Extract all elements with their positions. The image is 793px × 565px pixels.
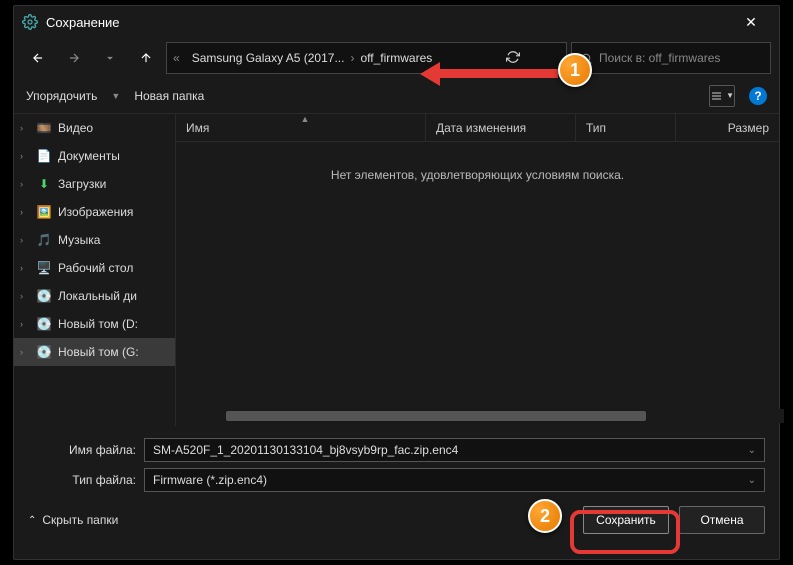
sidebar-item[interactable]: › 🎞️ Видео: [14, 114, 175, 142]
sidebar-item[interactable]: › 💽 Новый том (G:: [14, 338, 175, 366]
view-button[interactable]: ▼: [709, 85, 735, 107]
breadcrumb-chevrons: «: [173, 51, 180, 65]
chevron-down-icon[interactable]: ⌄: [748, 475, 756, 486]
col-name[interactable]: Имя▲: [176, 114, 426, 141]
filetype-label: Тип файла:: [28, 473, 136, 487]
sidebar-item-label: Изображения: [58, 205, 133, 219]
help-button[interactable]: ?: [749, 87, 767, 105]
recent-dropdown[interactable]: [94, 42, 126, 74]
forward-button[interactable]: [58, 42, 90, 74]
search-input[interactable]: Поиск в: off_firmwares: [571, 42, 771, 74]
new-folder-button[interactable]: Новая папка: [134, 89, 204, 103]
folder-icon: 🎞️: [36, 120, 52, 136]
sidebar-item[interactable]: › 🎵 Музыка: [14, 226, 175, 254]
chevron-right-icon: ›: [20, 263, 30, 273]
sidebar-item-label: Видео: [58, 121, 93, 135]
sidebar-item-label: Локальный ди: [58, 289, 137, 303]
folder-icon: 🎵: [36, 232, 52, 248]
footer: Имя файла: SM-A520F_1_20201130133104_bj8…: [14, 426, 779, 548]
filename-label: Имя файла:: [28, 443, 136, 457]
sort-indicator: ▲: [301, 114, 310, 124]
dialog-body: › 🎞️ Видео › 📄 Документы › ⬇ Загрузки › 🖼️ Изображе…: [14, 114, 779, 426]
folder-icon: 💽: [36, 316, 52, 332]
navbar: « Samsung Galaxy A5 (2017... › off_firmw…: [14, 38, 779, 78]
filename-input[interactable]: SM-A520F_1_20201130133104_bj8vsyb9rp_fac…: [144, 438, 765, 462]
up-button[interactable]: [130, 42, 162, 74]
folder-icon: 📄: [36, 148, 52, 164]
search-placeholder: Поиск в: off_firmwares: [599, 51, 720, 65]
sidebar-item-label: Документы: [58, 149, 120, 163]
col-type[interactable]: Тип: [576, 114, 676, 141]
sidebar-item[interactable]: › 🖼️ Изображения: [14, 198, 175, 226]
folder-icon: 💽: [36, 344, 52, 360]
chevron-right-icon: ›: [20, 179, 30, 189]
chevron-right-icon: ›: [20, 291, 30, 301]
sidebar: › 🎞️ Видео › 📄 Документы › ⬇ Загрузки › 🖼️ Изображе…: [14, 114, 176, 426]
annotation-badge-2: 2: [528, 499, 562, 533]
folder-icon: ⬇: [36, 176, 52, 192]
sidebar-item[interactable]: › ⬇ Загрузки: [14, 170, 175, 198]
organize-caret[interactable]: ▼: [111, 91, 120, 101]
hide-folders-button[interactable]: ⌃ Скрыть папки: [28, 513, 118, 527]
chevron-down-icon[interactable]: ⌄: [748, 445, 756, 456]
organize-button[interactable]: Упорядочить: [26, 89, 97, 103]
sidebar-item[interactable]: › 💽 Новый том (D:: [14, 310, 175, 338]
chevron-right-icon: ›: [20, 207, 30, 217]
close-button[interactable]: ✕: [731, 6, 771, 38]
breadcrumb-part2[interactable]: off_firmwares: [360, 51, 432, 65]
col-date[interactable]: Дата изменения: [426, 114, 576, 141]
chevron-right-icon: ›: [20, 347, 30, 357]
sidebar-item-label: Новый том (G:: [58, 345, 139, 359]
folder-icon: 🖥️: [36, 260, 52, 276]
sidebar-item[interactable]: › 🖥️ Рабочий стол: [14, 254, 175, 282]
sidebar-item[interactable]: › 💽 Локальный ди: [14, 282, 175, 310]
dialog-title: Сохранение: [46, 15, 120, 30]
content-area: Имя▲ Дата изменения Тип Размер Нет элеме…: [176, 114, 779, 426]
chevron-up-icon: ⌃: [28, 515, 36, 526]
breadcrumb-part1[interactable]: Samsung Galaxy A5 (2017...: [192, 51, 345, 65]
horizontal-scrollbar[interactable]: [224, 409, 784, 423]
col-size[interactable]: Размер: [676, 114, 779, 141]
save-dialog: Сохранение ✕ « Samsung Galaxy A5 (2017..…: [13, 5, 780, 560]
titlebar: Сохранение ✕: [14, 6, 779, 38]
chevron-right-icon: ›: [20, 151, 30, 161]
chevron-right-icon: ›: [350, 51, 354, 65]
sidebar-item-label: Новый том (D:: [58, 317, 138, 331]
breadcrumb[interactable]: « Samsung Galaxy A5 (2017... › off_firmw…: [166, 42, 567, 74]
column-headers: Имя▲ Дата изменения Тип Размер: [176, 114, 779, 142]
refresh-icon[interactable]: [506, 50, 520, 67]
back-button[interactable]: [22, 42, 54, 74]
folder-icon: 💽: [36, 288, 52, 304]
scrollbar-thumb[interactable]: [226, 411, 646, 421]
chevron-right-icon: ›: [20, 123, 30, 133]
sidebar-item-label: Загрузки: [58, 177, 106, 191]
sidebar-item-label: Рабочий стол: [58, 261, 133, 275]
annotation-badge-1: 1: [558, 53, 592, 87]
cancel-button[interactable]: Отмена: [679, 506, 765, 534]
save-button[interactable]: Сохранить: [583, 506, 669, 534]
sidebar-item[interactable]: › 📄 Документы: [14, 142, 175, 170]
gear-icon: [22, 14, 38, 30]
toolbar: Упорядочить ▼ Новая папка ▼ ?: [14, 78, 779, 114]
folder-icon: 🖼️: [36, 204, 52, 220]
filetype-select[interactable]: Firmware (*.zip.enc4) ⌄: [144, 468, 765, 492]
sidebar-item-label: Музыка: [58, 233, 100, 247]
empty-message: Нет элементов, удовлетворяющих условиям …: [176, 142, 779, 426]
chevron-right-icon: ›: [20, 235, 30, 245]
chevron-right-icon: ›: [20, 319, 30, 329]
